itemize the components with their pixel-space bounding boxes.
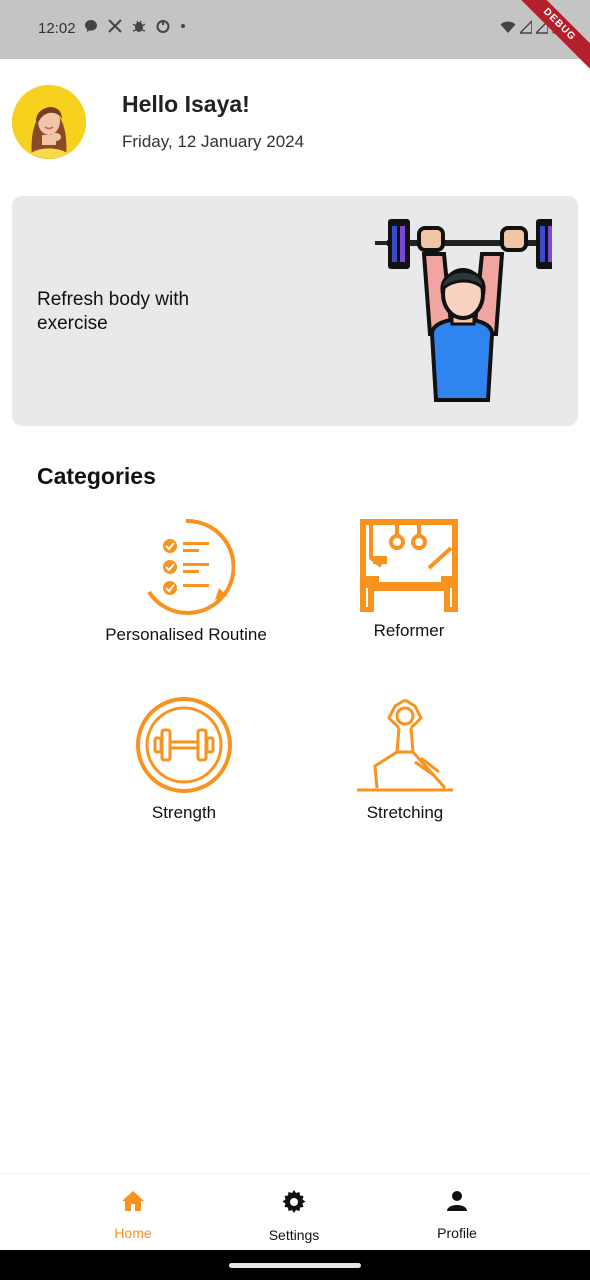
bottom-navigation: Home Settings Profile xyxy=(0,1173,590,1250)
yoga-icon xyxy=(357,698,453,792)
notification-icons xyxy=(84,19,186,33)
nav-item-profile[interactable]: Profile xyxy=(397,1174,517,1241)
current-date: Friday, 12 January 2024 xyxy=(122,132,305,151)
nav-label-home: Home xyxy=(114,1225,152,1241)
bug-icon xyxy=(132,20,146,32)
messages-icon xyxy=(85,20,97,32)
category-strength[interactable]: Strength xyxy=(84,696,284,824)
banner-text: Refresh body with exercise xyxy=(37,289,190,334)
avatar[interactable] xyxy=(12,85,86,159)
weightlifter-illustration xyxy=(375,219,552,402)
promo-banner[interactable]: Refresh body with exercise xyxy=(12,196,578,426)
categories-title: Categories xyxy=(37,463,156,489)
status-time: 12:02 xyxy=(38,20,76,37)
dot-icon xyxy=(181,24,185,28)
nav-item-settings[interactable]: Settings xyxy=(234,1174,354,1243)
greeting: Hello Isaya! xyxy=(122,91,250,117)
debug-ribbon: DEBUG xyxy=(506,0,590,78)
reformer-icon xyxy=(360,519,458,612)
x-icon xyxy=(108,19,122,33)
category-label: Reformer xyxy=(373,621,445,640)
category-reformer[interactable]: Reformer xyxy=(309,518,509,642)
wifi-icon xyxy=(500,21,516,33)
shield-icon xyxy=(156,20,170,33)
gesture-bar xyxy=(0,1250,590,1280)
category-stretching[interactable]: Stretching xyxy=(305,696,505,824)
home-icon xyxy=(122,1191,144,1211)
category-label: Stretching xyxy=(366,803,444,822)
person-icon xyxy=(447,1191,467,1211)
signal-icon xyxy=(520,20,532,34)
category-personalised-routine[interactable]: Personalised Routine xyxy=(86,518,286,646)
gear-icon xyxy=(282,1190,306,1213)
gesture-handle[interactable] xyxy=(229,1263,361,1268)
avatar-image xyxy=(12,85,86,159)
nav-label-settings: Settings xyxy=(268,1227,320,1243)
nav-label-profile: Profile xyxy=(437,1225,477,1241)
dumbbell-icon xyxy=(136,697,232,793)
checklist-icon xyxy=(147,518,235,615)
category-label: Strength xyxy=(151,803,217,822)
nav-item-home[interactable]: Home xyxy=(73,1174,193,1241)
category-label: Personalised Routine xyxy=(105,625,267,644)
status-bar: 12:02 DEBUG xyxy=(0,0,590,78)
